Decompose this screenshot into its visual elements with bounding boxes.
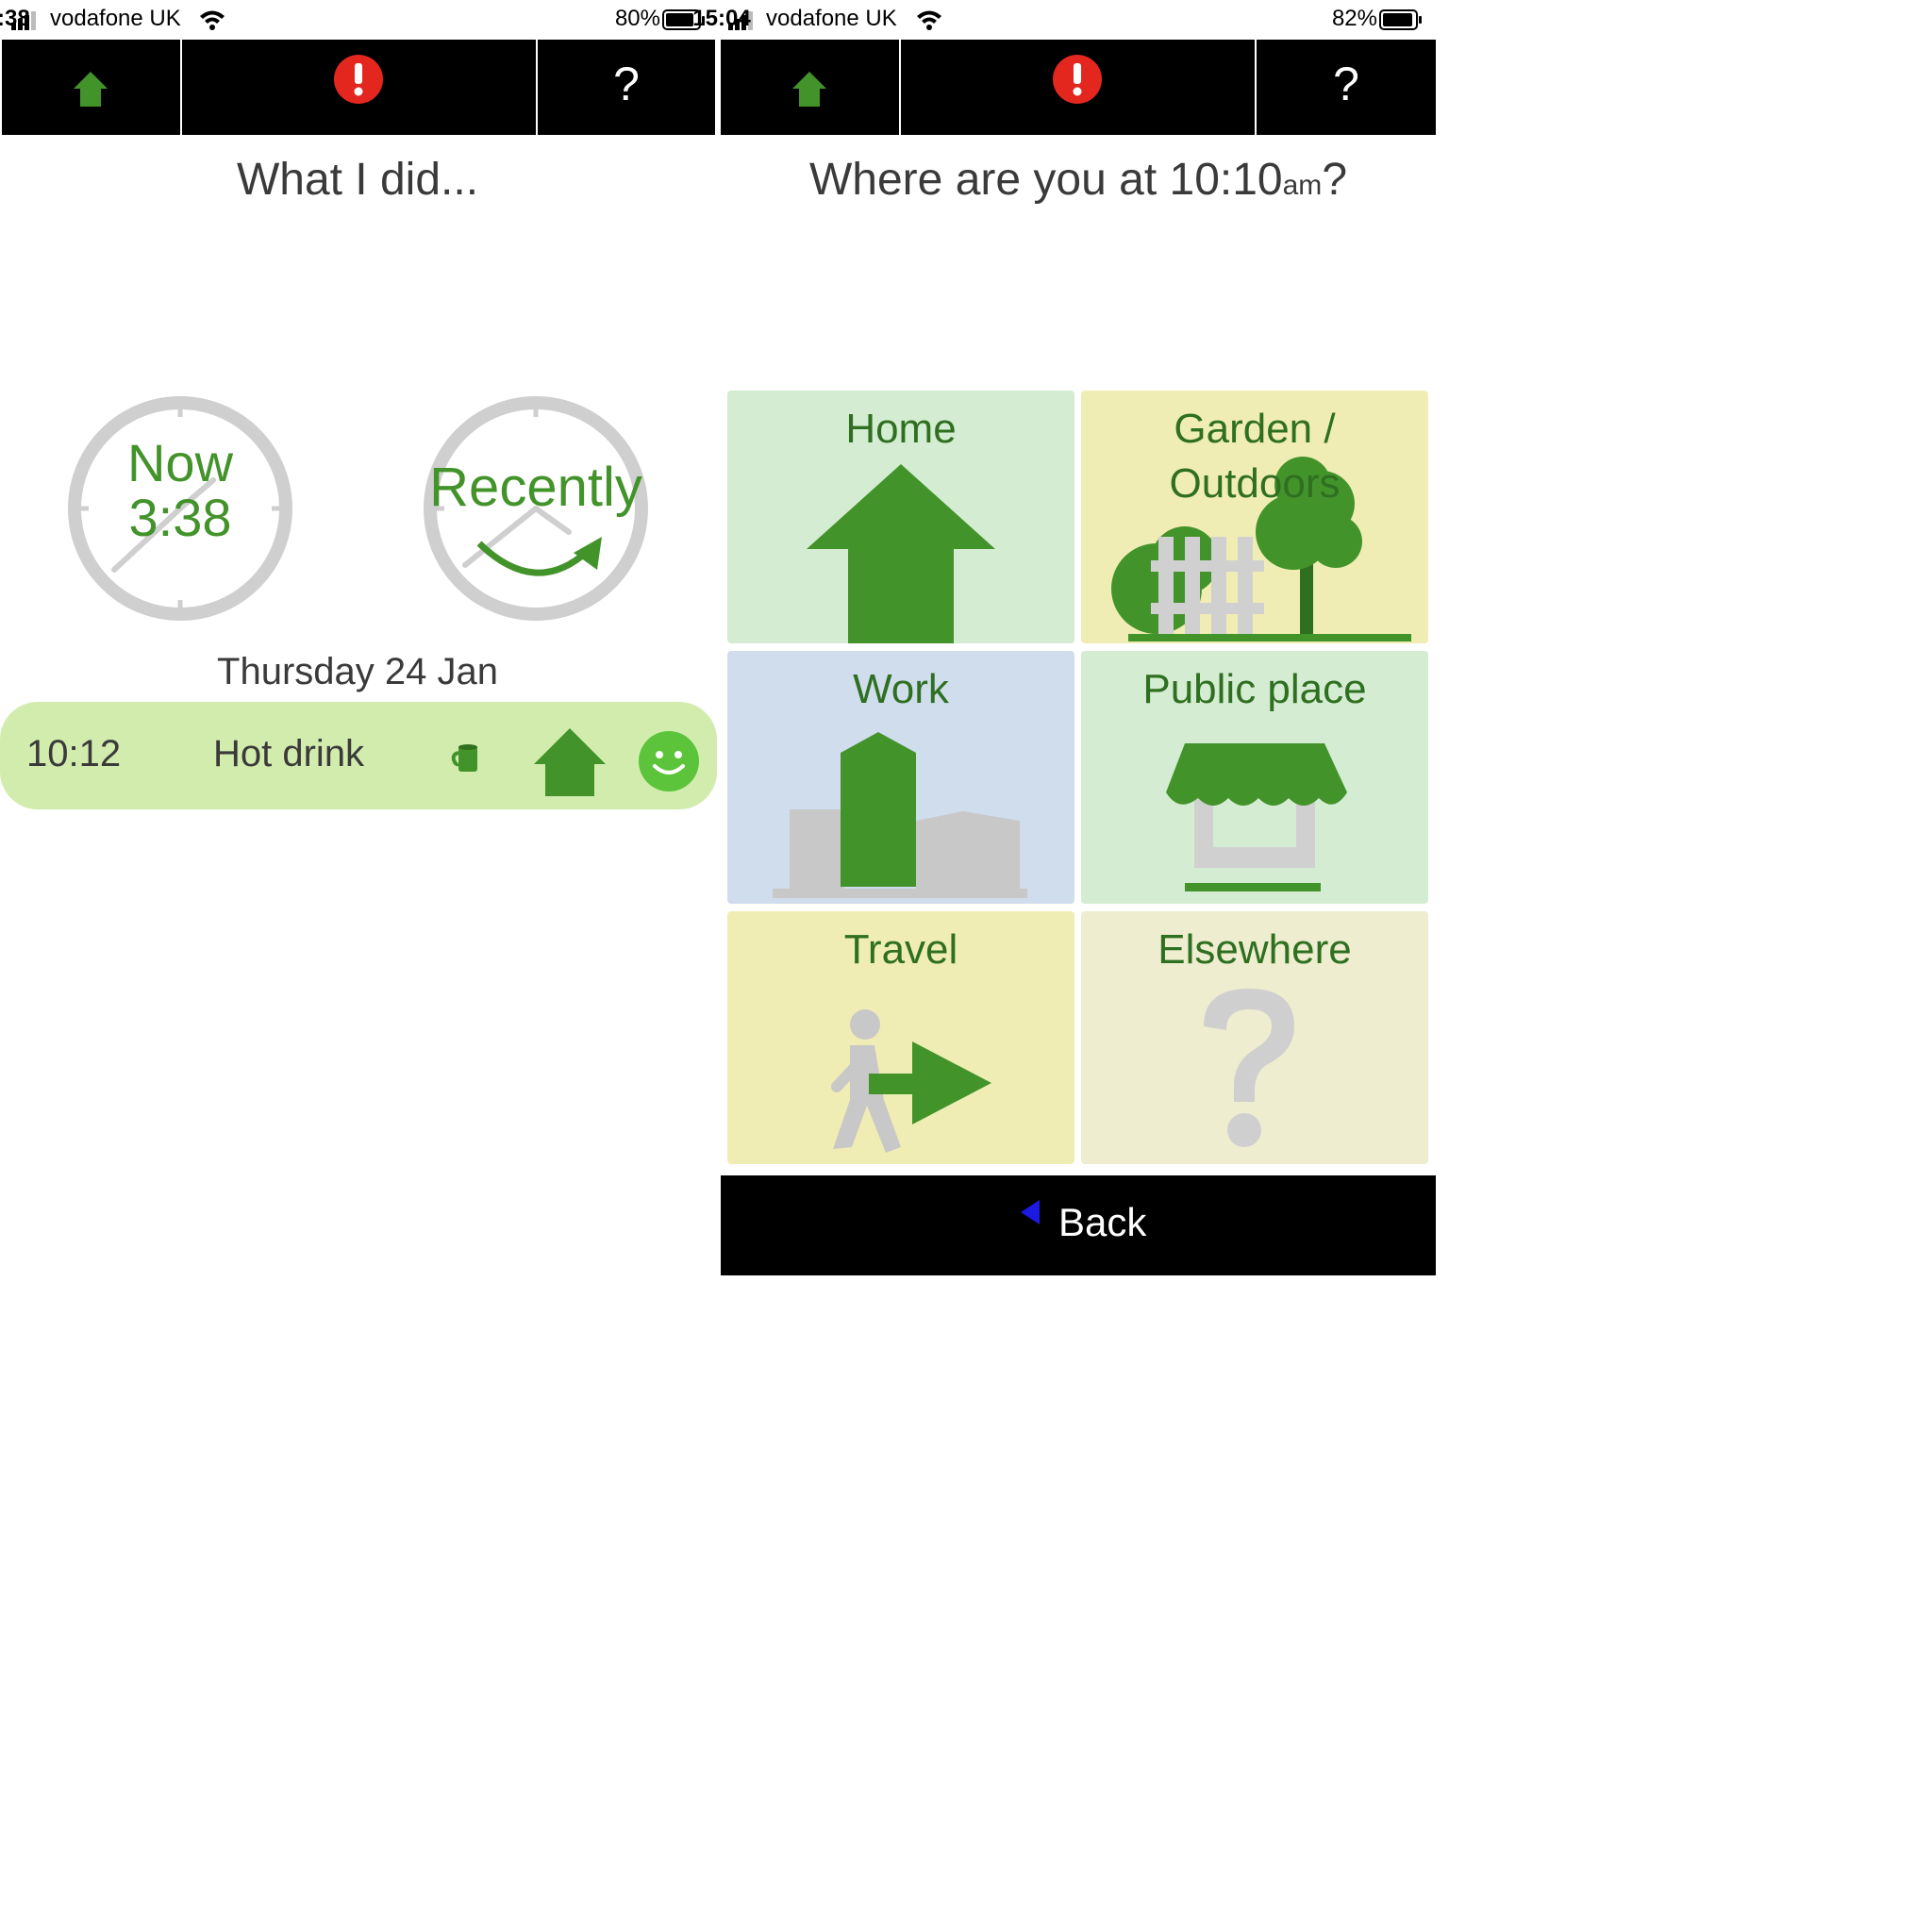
back-label: Back	[1058, 1200, 1147, 1244]
tile-label: Elsewhere	[1158, 926, 1352, 973]
recently-clock-button[interactable]: Recently	[418, 391, 654, 626]
house-icon	[534, 728, 606, 796]
recently-label: Recently	[429, 457, 642, 518]
home-button[interactable]	[721, 40, 899, 135]
nav-bar: ?	[721, 40, 1436, 135]
alert-button[interactable]	[901, 40, 1255, 135]
location-tile-work[interactable]: Work	[727, 651, 1074, 904]
nav-bar: ?	[0, 40, 715, 135]
title-suffix: ?	[1322, 155, 1348, 205]
alert-icon	[1053, 55, 1102, 104]
page-title: Where are you at 10:10am?	[721, 154, 1436, 206]
tile-label: Travel	[843, 926, 958, 973]
help-button[interactable]: ?	[1257, 40, 1436, 135]
location-tile-public-place[interactable]: Public place	[1081, 651, 1428, 904]
battery-percent: 82%	[1331, 6, 1377, 31]
now-time: 3:38	[128, 488, 232, 547]
alert-button[interactable]	[182, 40, 536, 135]
location-tile-elsewhere[interactable]: Elsewhere	[1081, 911, 1428, 1164]
house-icon	[792, 72, 826, 107]
home-button[interactable]	[2, 40, 180, 135]
tile-label: Garden / Outdoors	[1169, 406, 1341, 507]
smiley-icon	[639, 731, 699, 791]
status-time: 15:04	[692, 6, 751, 31]
battery-icon	[1379, 9, 1422, 30]
activity-entry[interactable]: 10:12 Hot drink	[0, 702, 717, 809]
tile-label: Home	[845, 406, 957, 452]
title-prefix: Where are you at 10:10	[808, 155, 1283, 205]
now-clock-button[interactable]: Now 3:38	[62, 391, 298, 626]
back-arrow-icon	[1021, 1200, 1040, 1224]
title-am: am	[1282, 170, 1323, 201]
status-bar: vodafone UK 15:04 82%	[692, 0, 1436, 40]
help-label: ?	[1333, 58, 1359, 110]
now-label: Now	[126, 433, 234, 492]
house-icon	[74, 72, 108, 107]
back-button[interactable]: Back	[721, 1175, 1436, 1275]
mug-icon	[451, 744, 477, 772]
location-tile-home[interactable]: Home	[727, 391, 1074, 643]
tile-label: Public place	[1142, 666, 1367, 712]
page-title: What I did...	[236, 155, 479, 205]
entry-time: 10:12	[26, 733, 122, 774]
location-picker-screen: vodafone UK 15:04 82% ? Where are you at…	[692, 0, 1436, 1283]
help-label: ?	[613, 58, 640, 110]
entry-activity: Hot drink	[213, 733, 365, 774]
activity-log-screen: vodafone UK 15:38 80% ?	[0, 0, 717, 1283]
alert-icon	[334, 55, 383, 104]
help-button[interactable]: ?	[538, 40, 715, 135]
location-tile-garden[interactable]: Garden / Outdoors	[1081, 391, 1428, 643]
status-time: 15:38	[0, 6, 30, 31]
date-label: Thursday 24 Jan	[217, 651, 498, 692]
location-tile-travel[interactable]: Travel	[727, 911, 1074, 1164]
tile-label: Work	[853, 666, 949, 712]
